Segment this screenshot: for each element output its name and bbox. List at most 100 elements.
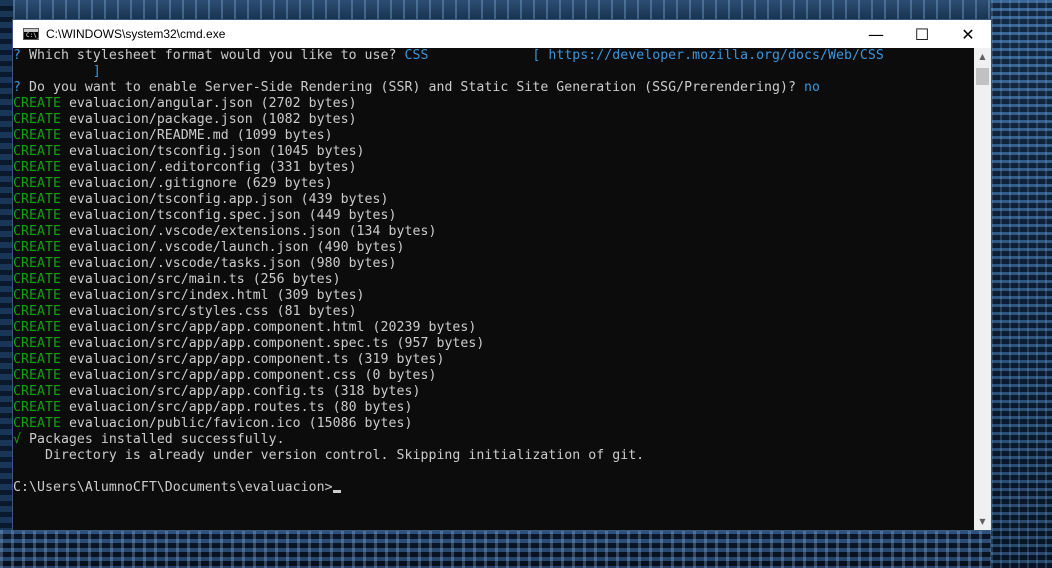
create-line: CREATE evaluacion/src/app/app.config.ts … [13, 384, 974, 400]
create-label: CREATE [13, 336, 61, 351]
created-file-path: evaluacion/.vscode/launch.json (490 byte… [68, 240, 405, 255]
create-label: CREATE [13, 176, 61, 191]
created-file-path: evaluacion/.gitignore (629 bytes) [68, 176, 333, 191]
close-button[interactable]: ✕ [945, 20, 991, 48]
create-line: CREATE evaluacion/src/app/app.component.… [13, 320, 974, 336]
create-line: CREATE evaluacion/.vscode/extensions.jso… [13, 224, 974, 240]
scroll-up-button[interactable]: ▲ [974, 48, 991, 65]
create-label: CREATE [13, 320, 61, 335]
console-output[interactable]: ? Which stylesheet format would you like… [13, 48, 974, 530]
create-label: CREATE [13, 368, 61, 383]
create-line: CREATE evaluacion/src/app/app.component.… [13, 368, 974, 384]
command-prompt: C:\Users\AlumnoCFT\Documents\evaluacion> [13, 480, 333, 495]
create-line: CREATE evaluacion/angular.json (2702 byt… [13, 96, 974, 112]
stylesheet-gap [428, 48, 532, 63]
stylesheet-doc-link[interactable]: [ https://developer.mozilla.org/docs/Web… [532, 48, 884, 63]
created-file-path: evaluacion/src/main.ts (256 bytes) [68, 272, 341, 287]
create-label: CREATE [13, 256, 61, 271]
create-line: CREATE evaluacion/public/favicon.ico (15… [13, 416, 974, 432]
stylesheet-link-close: ] [13, 64, 101, 79]
created-file-path: evaluacion/angular.json (2702 bytes) [68, 96, 357, 111]
window-controls: — ☐ ✕ [853, 20, 991, 48]
create-label: CREATE [13, 416, 61, 431]
create-line: CREATE evaluacion/src/app/app.routes.ts … [13, 400, 974, 416]
desktop-background-left [0, 0, 13, 568]
close-icon: ✕ [961, 24, 975, 44]
maximize-icon: ☐ [914, 24, 930, 44]
scroll-thumb[interactable] [976, 68, 989, 85]
create-label: CREATE [13, 384, 61, 399]
maximize-button[interactable]: ☐ [899, 20, 945, 48]
created-file-path: evaluacion/tsconfig.app.json (439 bytes) [68, 192, 389, 207]
cmd-app-icon[interactable]: C:\_ [23, 28, 40, 40]
checkmark-icon: √ [13, 432, 21, 447]
created-file-path: evaluacion/src/app/app.component.spec.ts… [68, 336, 485, 351]
create-line: CREATE evaluacion/src/index.html (309 by… [13, 288, 974, 304]
window-title: C:\WINDOWS\system32\cmd.exe [46, 27, 226, 41]
create-line: CREATE evaluacion/src/app/app.component.… [13, 352, 974, 368]
created-file-path: evaluacion/.editorconfig (331 bytes) [68, 160, 357, 175]
desktop-background-top [0, 0, 1052, 20]
stylesheet-question: Which stylesheet format would you like t… [21, 48, 397, 63]
question-mark-icon: ? [13, 48, 21, 63]
scroll-down-button[interactable]: ▼ [974, 513, 991, 530]
create-line: CREATE evaluacion/package.json (1082 byt… [13, 112, 974, 128]
command-prompt-line[interactable]: C:\Users\AlumnoCFT\Documents\evaluacion> [13, 480, 974, 496]
created-file-path: evaluacion/.vscode/tasks.json (980 bytes… [68, 256, 397, 271]
created-file-path: evaluacion/.vscode/extensions.json (134 … [68, 224, 437, 239]
created-file-path: evaluacion/src/app/app.routes.ts (80 byt… [68, 400, 413, 415]
created-file-path: evaluacion/src/app/app.component.css (0 … [68, 368, 437, 383]
created-file-path: evaluacion/package.json (1082 bytes) [68, 112, 357, 127]
text-cursor [332, 490, 341, 493]
created-file-path: evaluacion/src/app/app.component.ts (319… [68, 352, 445, 367]
create-line: CREATE evaluacion/.vscode/tasks.json (98… [13, 256, 974, 272]
create-line: CREATE evaluacion/tsconfig.json (1045 by… [13, 144, 974, 160]
create-line: CREATE evaluacion/tsconfig.app.json (439… [13, 192, 974, 208]
created-files-list: CREATE evaluacion/angular.json (2702 byt… [13, 96, 974, 432]
stylesheet-prompt-line: ? Which stylesheet format would you like… [13, 48, 974, 64]
ssr-question: Do you want to enable Server-Side Render… [21, 80, 796, 95]
create-label: CREATE [13, 128, 61, 143]
ssr-answer: no [804, 80, 820, 95]
minimize-icon: — [868, 24, 884, 44]
title-bar[interactable]: C:\_ C:\WINDOWS\system32\cmd.exe — ☐ ✕ [13, 20, 991, 48]
create-line: CREATE evaluacion/tsconfig.spec.json (44… [13, 208, 974, 224]
create-label: CREATE [13, 288, 61, 303]
create-line: CREATE evaluacion/src/styles.css (81 byt… [13, 304, 974, 320]
success-line: √ Packages installed successfully. [13, 432, 974, 448]
create-label: CREATE [13, 208, 61, 223]
question-mark-icon: ? [13, 80, 21, 95]
create-label: CREATE [13, 240, 61, 255]
create-label: CREATE [13, 144, 61, 159]
desktop-background-bottom [0, 530, 991, 568]
create-label: CREATE [13, 112, 61, 127]
created-file-path: evaluacion/src/styles.css (81 bytes) [68, 304, 357, 319]
created-file-path: evaluacion/src/index.html (309 bytes) [68, 288, 365, 303]
git-message: Directory is already under version contr… [13, 448, 645, 463]
stylesheet-answer: CSS [404, 48, 429, 63]
created-file-path: evaluacion/README.md (1099 bytes) [68, 128, 333, 143]
create-line: CREATE evaluacion/.vscode/launch.json (4… [13, 240, 974, 256]
create-label: CREATE [13, 272, 61, 287]
created-file-path: evaluacion/tsconfig.spec.json (449 bytes… [68, 208, 397, 223]
create-label: CREATE [13, 352, 61, 367]
ssr-prompt-line: ? Do you want to enable Server-Side Rend… [13, 80, 974, 96]
minimize-button[interactable]: — [853, 20, 899, 48]
cmd-window[interactable]: C:\_ C:\WINDOWS\system32\cmd.exe — ☐ ✕ ?… [13, 20, 991, 530]
desktop-background-right [991, 0, 1052, 568]
created-file-path: evaluacion/tsconfig.json (1045 bytes) [68, 144, 365, 159]
create-line: CREATE evaluacion/.gitignore (629 bytes) [13, 176, 974, 192]
create-label: CREATE [13, 304, 61, 319]
created-file-path: evaluacion/src/app/app.config.ts (318 by… [68, 384, 421, 399]
vertical-scrollbar[interactable]: ▲ ▼ [974, 48, 991, 530]
create-line: CREATE evaluacion/src/main.ts (256 bytes… [13, 272, 974, 288]
success-text: Packages installed successfully. [21, 432, 285, 447]
create-line: CREATE evaluacion/README.md (1099 bytes) [13, 128, 974, 144]
create-label: CREATE [13, 160, 61, 175]
scroll-up-icon: ▲ [979, 52, 986, 61]
scroll-down-icon: ▼ [979, 517, 986, 526]
create-label: CREATE [13, 224, 61, 239]
create-label: CREATE [13, 192, 61, 207]
created-file-path: evaluacion/src/app/app.component.html (2… [68, 320, 477, 335]
